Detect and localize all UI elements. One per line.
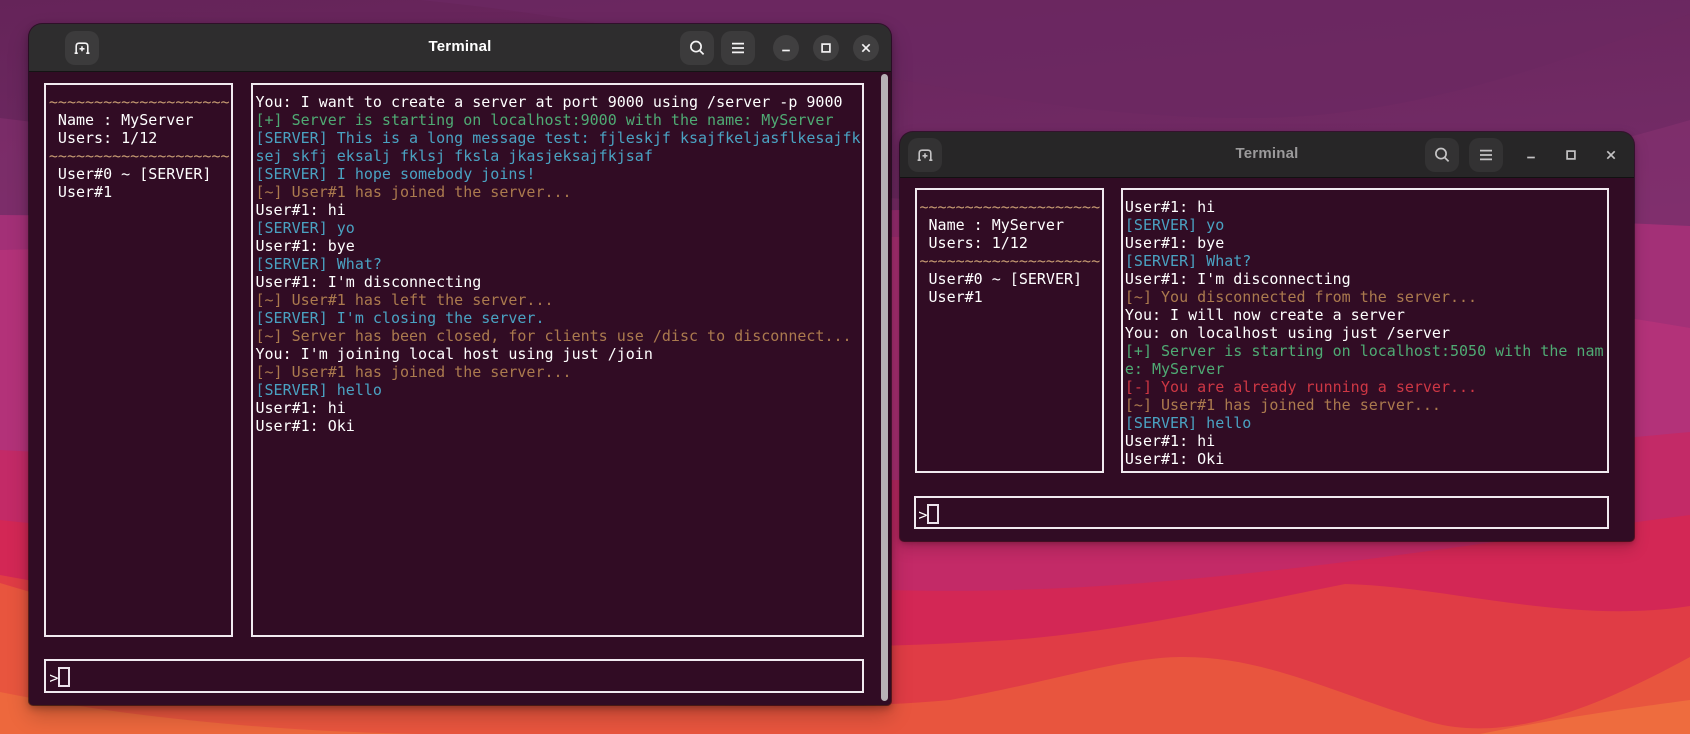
terminal-text-line: User#1: [48, 182, 113, 201]
search-icon: [1435, 147, 1450, 162]
scrollbar[interactable]: [880, 74, 888, 701]
terminal-text-line: User#1: hi: [255, 398, 346, 417]
input-prompt: >: [49, 666, 71, 687]
menu-button[interactable]: [721, 31, 755, 65]
minimize-button[interactable]: [773, 35, 799, 61]
terminal-text-line: User#1: hi: [1124, 432, 1216, 451]
hamburger-menu-icon: [1480, 149, 1492, 160]
minimize-icon: [782, 49, 790, 52]
chat-lines: User#1: hi [SERVER] yo User#1: bye [SERVER]…: [1125, 198, 1604, 468]
terminal-text-line: You: I'm joining local host using just /…: [255, 344, 653, 363]
message-input-box[interactable]: [43, 658, 864, 693]
maximize-icon: [1565, 149, 1576, 160]
minimize-button[interactable]: [1518, 142, 1544, 168]
terminal-text-line: [~] User#1 has joined the server...: [255, 362, 572, 381]
chat-lines: You: I want to create a server at port 9…: [256, 93, 861, 435]
terminal-text-line: User#1: bye: [1124, 234, 1225, 253]
terminal-text-line: User#0 ~ [SERVER]: [48, 164, 212, 183]
terminal-text-line: [~] Server has been closed, for clients …: [255, 326, 852, 345]
terminal-text-line: User#1: [919, 288, 983, 307]
terminal-text-line: [SERVER] This is a long message test: fj…: [255, 128, 861, 147]
terminal-text-line: [SERVER] yo: [1124, 216, 1225, 235]
maximize-button[interactable]: [813, 35, 839, 61]
headerbar: Terminal: [29, 24, 891, 72]
terminal-text-line: ~~~~~~~~~~~~~~~~~~~~: [48, 92, 230, 111]
search-icon: [690, 40, 705, 56]
headerbar: Terminal: [900, 131, 1634, 178]
close-button[interactable]: [1598, 142, 1624, 168]
terminal-text-line: [SERVER] hello: [255, 380, 382, 399]
text-cursor: [58, 666, 71, 687]
terminal-text-line: ~~~~~~~~~~~~~~~~~~~~: [919, 198, 1101, 217]
terminal-text-line: Users: 1/12: [48, 128, 158, 147]
terminal-text-line: Users: 1/12: [919, 234, 1028, 253]
terminal-text-line: [SERVER] I'm closing the server.: [255, 308, 545, 327]
terminal-text-line: [~] User#1 has joined the server...: [255, 182, 572, 201]
server-info-lines: ~~~~~~~~~~~~~~~~~~~~ Name : MyServer Use…: [49, 93, 230, 201]
message-input-box[interactable]: [913, 495, 1609, 529]
terminal-text-line: User#1: hi: [1124, 198, 1216, 217]
terminal-text-line: [SERVER] What?: [1124, 252, 1252, 271]
terminal-text-line: ~~~~~~~~~~~~~~~~~~~~: [48, 146, 230, 165]
terminal-text-line: You: I will now create a server: [1124, 306, 1405, 325]
terminal-text-line: [SERVER] I hope somebody joins!: [255, 164, 536, 183]
terminal-text-line: User#1: I'm disconnecting: [255, 272, 482, 291]
terminal-text-line: ~~~~~~~~~~~~~~~~~~~~: [919, 252, 1101, 271]
terminal-text-line: User#1: hi: [255, 200, 346, 219]
server-info-lines: ~~~~~~~~~~~~~~~~~~~~ Name : MyServer Use…: [920, 198, 1101, 306]
terminal-text-line: User#1: I'm disconnecting: [1124, 270, 1351, 289]
terminal-text-line: [-] You are already running a server...: [1124, 378, 1478, 397]
maximize-icon: [821, 43, 831, 53]
terminal-text-line: [SERVER] yo: [255, 218, 355, 237]
terminal-text-line: [~] You disconnected from the server...: [1124, 288, 1478, 307]
terminal-text-line: e: MyServer: [1124, 360, 1225, 379]
close-icon: [861, 43, 871, 53]
terminal-text-line: [SERVER] hello: [1124, 414, 1252, 433]
terminal-text-line: sej skfj eksalj fklsj fksla jkasjeksajfk…: [255, 146, 653, 165]
text-cursor: [927, 503, 940, 524]
window-title: Terminal: [428, 38, 492, 55]
terminal-text-line: [SERVER] What?: [255, 254, 382, 273]
close-icon: [1606, 150, 1615, 159]
terminal-text-line: User#1: bye: [255, 236, 355, 255]
terminal-text-line: [~] User#1 has joined the server...: [1124, 396, 1441, 415]
input-prompt: >: [918, 503, 940, 524]
terminal-text-line: [~] User#1 has left the server...: [255, 290, 554, 309]
terminal-text-line: You: I want to create a server at port 9…: [255, 92, 843, 111]
terminal-text-line: User#0 ~ [SERVER]: [919, 270, 1083, 289]
menu-button[interactable]: [1469, 137, 1503, 172]
terminal-text-line: [+] Server is starting on localhost:5050…: [1124, 342, 1604, 361]
terminal-text-line: User#1: Oki: [255, 416, 355, 435]
minimize-icon: [1526, 156, 1535, 158]
terminal-text-line: You: on localhost using just /server: [1124, 324, 1450, 343]
terminal-text-line: User#1: Oki: [1124, 450, 1225, 469]
terminal-text-line: Name : MyServer: [919, 216, 1064, 235]
terminal-text-line: Name : MyServer: [48, 110, 194, 129]
hamburger-menu-icon: [732, 42, 744, 54]
maximize-button[interactable]: [1558, 142, 1584, 168]
terminal-window-left: Terminal ~~~~~~~~~~~~~~~~~~~~ Name: MyS…: [29, 24, 891, 705]
close-button[interactable]: [853, 35, 879, 61]
search-button[interactable]: [1425, 137, 1459, 172]
search-button[interactable]: [680, 31, 714, 65]
terminal-text-line: [+] Server is starting on localhost:9000…: [255, 110, 834, 129]
terminal-window-right: Terminal ~~~~~~~~~~~~~~~~~~~~ Name: MyS…: [900, 131, 1634, 541]
